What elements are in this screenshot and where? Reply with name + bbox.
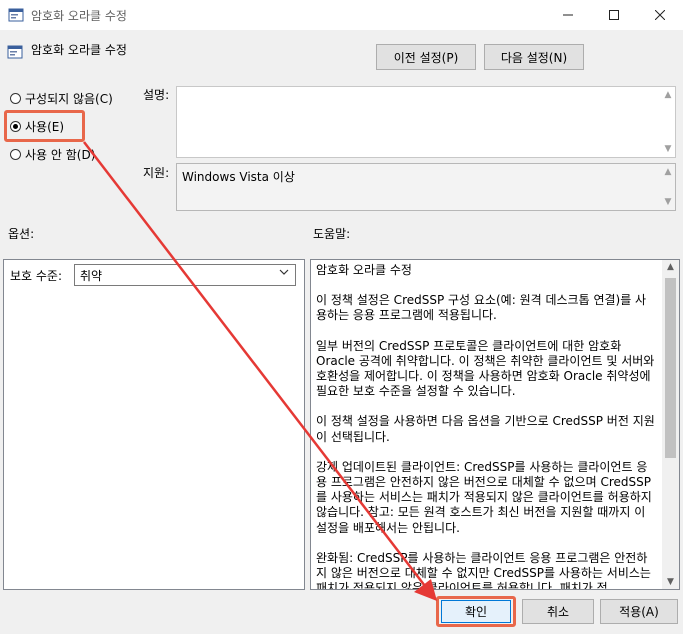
supported-label: 지원:	[143, 166, 170, 180]
setting-title: 암호화 오라클 수정	[31, 43, 127, 57]
policy-icon	[7, 45, 23, 59]
help-text: 암호화 오라클 수정 이 정책 설정은 CredSSP 구성 요소(예: 원격 …	[316, 263, 656, 590]
maximize-button[interactable]	[591, 0, 637, 30]
highlight-ok-annotation	[436, 596, 516, 627]
scrollbar-thumb[interactable]	[665, 278, 676, 458]
minimize-button[interactable]	[545, 0, 591, 30]
highlight-enabled-annotation	[4, 110, 85, 142]
radio-disabled[interactable]: 사용 안 함(D)	[10, 146, 95, 163]
options-pane	[3, 259, 305, 590]
close-button[interactable]	[637, 0, 683, 30]
apply-button[interactable]: 적용(A)	[600, 599, 678, 624]
maximize-icon	[609, 10, 619, 20]
help-paragraph: 일부 버전의 CredSSP 프로토콜은 클라이언트에 대한 암호화 Oracl…	[316, 338, 655, 399]
description-label: 설명:	[143, 88, 170, 102]
previous-setting-button[interactable]: 이전 설정(P)	[376, 44, 476, 70]
chevron-down-icon[interactable]	[279, 267, 289, 277]
scroll-down-icon[interactable]: ▼	[665, 144, 672, 154]
protection-level-label: 보호 수준:	[10, 269, 63, 283]
next-setting-button[interactable]: 다음 설정(N)	[484, 44, 584, 70]
help-label: 도움말:	[313, 227, 351, 241]
minimize-icon	[563, 14, 573, 16]
supported-value: Windows Vista 이상	[182, 170, 295, 184]
radio-circle	[10, 93, 21, 104]
help-paragraph: 완화됨: CredSSP를 사용하는 클라이언트 응용 프로그램은 안전하지 않…	[316, 550, 651, 590]
radio-label: 사용 안 함(D)	[25, 148, 96, 162]
scroll-down-icon[interactable]: ▼	[665, 197, 672, 207]
scroll-down-icon[interactable]: ▼	[662, 577, 679, 587]
help-paragraph: 이 정책 설정을 사용하면 다음 옵션을 기반으로 CredSSP 버전 지원이…	[316, 414, 655, 444]
protection-level-select[interactable]	[74, 264, 296, 286]
description-scrollbar[interactable]: ▲ ▼	[663, 90, 673, 154]
close-icon	[655, 10, 665, 20]
options-label: 옵션:	[8, 227, 35, 241]
scroll-up-icon[interactable]: ▲	[665, 167, 672, 177]
cancel-button[interactable]: 취소	[522, 599, 594, 624]
protection-level-value: 취약	[80, 269, 103, 283]
help-scrollbar[interactable]: ▲ ▼	[662, 260, 679, 589]
scroll-up-icon[interactable]: ▲	[665, 90, 672, 100]
scroll-up-icon[interactable]: ▲	[662, 262, 679, 272]
radio-circle	[10, 149, 21, 160]
help-paragraph: 암호화 오라클 수정	[316, 263, 412, 277]
policy-icon	[8, 8, 24, 22]
description-box[interactable]	[176, 86, 676, 158]
radio-not-configured[interactable]: 구성되지 않음(C)	[10, 90, 113, 107]
radio-label: 구성되지 않음(C)	[25, 92, 113, 106]
window-title: 암호화 오라클 수정	[31, 9, 127, 23]
help-paragraph: 강제 업데이트된 클라이언트: CredSSP를 사용하는 클라이언트 응용 프…	[316, 459, 652, 535]
supported-scrollbar[interactable]: ▲ ▼	[663, 167, 673, 207]
help-paragraph: 이 정책 설정은 CredSSP 구성 요소(예: 원격 데스크톱 연결)를 사…	[316, 293, 647, 323]
help-pane: 암호화 오라클 수정 이 정책 설정은 CredSSP 구성 요소(예: 원격 …	[310, 259, 680, 590]
